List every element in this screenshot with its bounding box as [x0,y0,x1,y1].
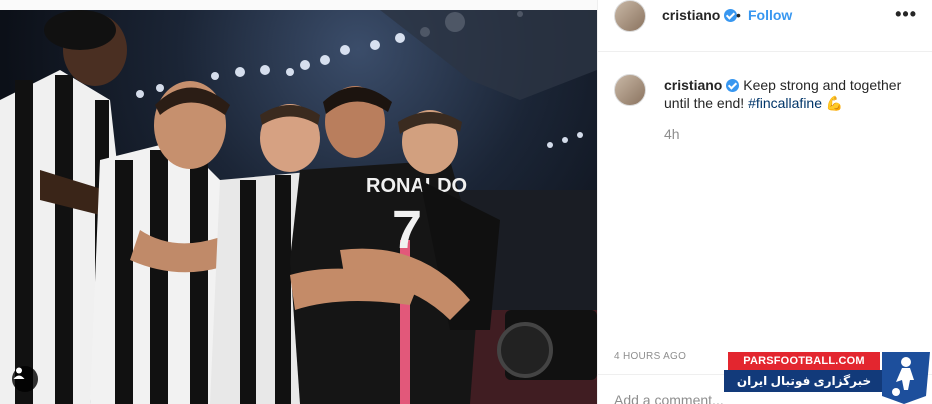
caption-hashtag[interactable]: #fincallafine [748,95,822,111]
watermark-site: PARSFOOTBALL.COM [728,352,880,370]
watermark-tagline: خبرگزاری فوتبال ایران [724,370,884,392]
post-side-panel: cristiano • Follow ••• cristiano Keep st… [597,0,932,404]
caption-body: cristiano Keep strong and together until… [664,76,914,112]
jersey-number-text: 7 [392,200,422,260]
footballer-logo-icon [882,352,930,404]
follow-button[interactable]: Follow [748,7,792,23]
post-header: cristiano • Follow ••• [598,0,932,52]
caption-username[interactable]: cristiano [664,77,722,93]
add-comment-input[interactable]: Add a comment... [614,392,724,404]
more-options-icon[interactable]: ••• [895,4,917,25]
jersey-name-text: RONALDO [366,175,467,197]
parsfootball-watermark: PARSFOOTBALL.COM خبرگزاری فوتبال ایران [724,350,932,404]
celebration-photo-illustration: RONALDO 7 [0,10,597,404]
header-separator: • [736,7,741,23]
post-timestamp[interactable]: 4 HOURS AGO [614,351,686,362]
caption-relative-time: 4h [664,126,680,142]
header-username[interactable]: cristiano [662,7,738,23]
caption-avatar[interactable] [614,74,646,106]
header-avatar[interactable] [614,0,646,32]
header-username-text[interactable]: cristiano [662,7,720,23]
post-photo[interactable]: RONALDO 7 [0,10,597,404]
user-tag-button[interactable] [12,366,38,392]
instagram-post-modal: RONALDO 7 cristiano • Follow ••• cristia… [0,0,932,404]
user-tag-icon [13,367,25,379]
flexed-biceps-emoji: 💪 [825,95,844,111]
caption-verified-badge-icon [726,79,740,92]
